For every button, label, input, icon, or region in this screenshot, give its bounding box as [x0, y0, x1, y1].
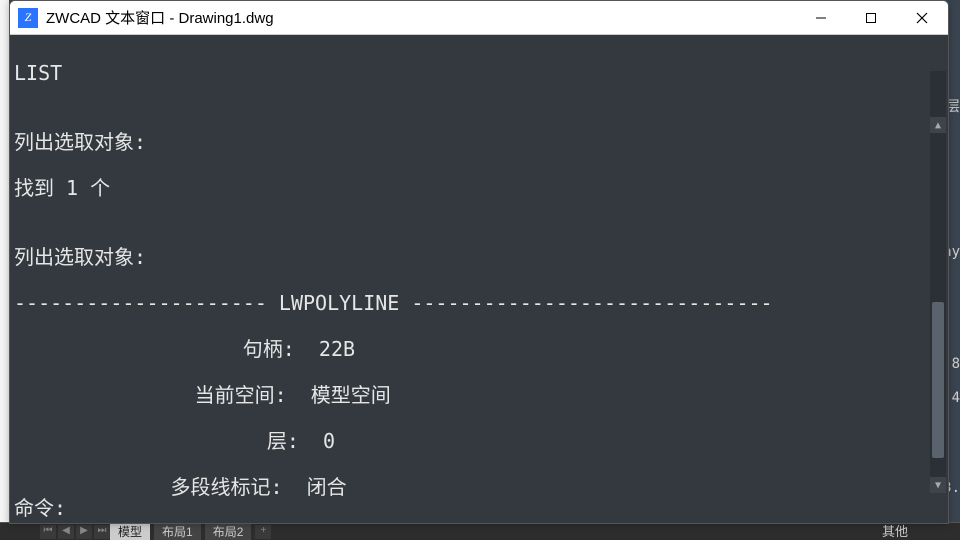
maximize-icon [865, 12, 877, 24]
tab-nav: ⏮ ◀ ▶ ⏭ [40, 525, 110, 539]
output-line: 多段线标记: 闭合 [14, 476, 944, 499]
close-button[interactable] [896, 1, 948, 35]
other-panel-label: 其他 [830, 524, 960, 540]
output-line: --------------------- LWPOLYLINE -------… [14, 292, 944, 315]
minimize-button[interactable] [796, 1, 846, 35]
command-prompt[interactable]: 命令: [14, 497, 948, 523]
scroll-thumb[interactable] [932, 302, 944, 458]
tab-first-icon[interactable]: ⏮ [40, 525, 56, 539]
status-bar: ⏮ ◀ ▶ ⏭ 模型 布局1 布局2 + [0, 522, 960, 540]
output-line: 当前空间: 模型空间 [14, 384, 944, 407]
scroll-down-icon[interactable]: ▼ [930, 477, 946, 493]
model-tab[interactable]: 模型 [110, 524, 150, 540]
text-window: Z ZWCAD 文本窗口 - Drawing1.dwg LIST 列出选取对象:… [9, 0, 949, 524]
layout2-tab[interactable]: 布局2 [205, 524, 252, 540]
window-title: ZWCAD 文本窗口 - Drawing1.dwg [46, 7, 274, 28]
app-icon: Z [18, 8, 38, 28]
bg-text: 8 [952, 356, 960, 372]
vertical-scrollbar[interactable]: ▲ ▼ [930, 71, 946, 493]
titlebar[interactable]: Z ZWCAD 文本窗口 - Drawing1.dwg [10, 1, 948, 35]
close-icon [916, 12, 928, 24]
tab-next-icon[interactable]: ▶ [76, 525, 92, 539]
output-line: 句柄: 22B [14, 338, 944, 361]
tab-add-icon[interactable]: + [255, 525, 271, 539]
output-line: 列出选取对象: [14, 246, 944, 269]
tab-last-icon[interactable]: ⏭ [94, 525, 110, 539]
output-line: LIST [14, 62, 944, 85]
minimize-icon [815, 12, 827, 24]
bg-text: 4 [952, 390, 960, 406]
right-margin [949, 0, 960, 524]
output-line: 找到 1 个 [14, 177, 944, 200]
output-line: 列出选取对象: [14, 131, 944, 154]
left-margin [0, 0, 9, 540]
tab-prev-icon[interactable]: ◀ [58, 525, 74, 539]
scroll-track[interactable] [930, 87, 946, 477]
text-output[interactable]: LIST 列出选取对象: 找到 1 个 列出选取对象: ------------… [10, 35, 948, 523]
output-line: 层: 0 [14, 430, 944, 453]
maximize-button[interactable] [846, 1, 896, 35]
layout1-tab[interactable]: 布局1 [154, 524, 201, 540]
